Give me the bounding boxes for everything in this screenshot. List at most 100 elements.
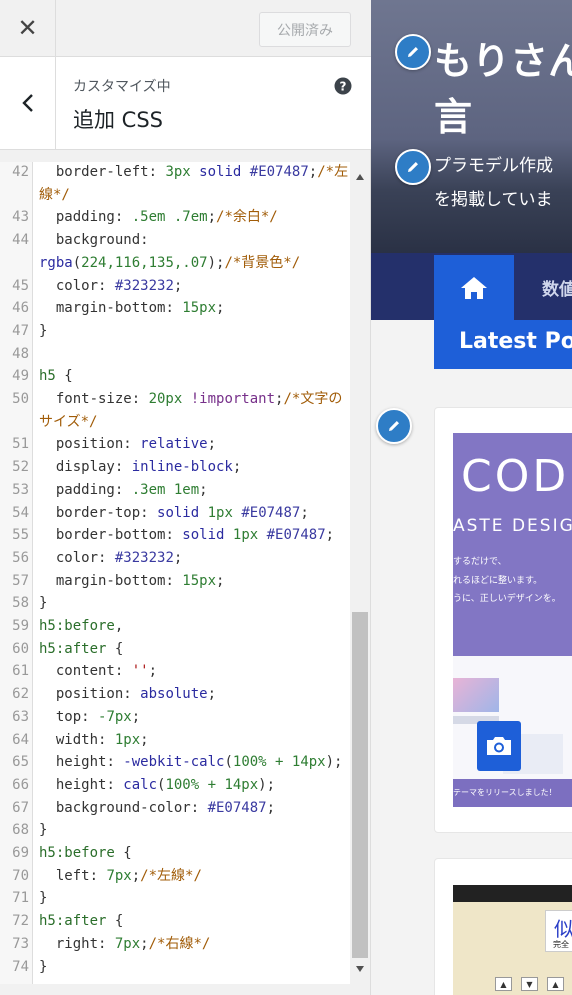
- nav-home-link[interactable]: [434, 255, 514, 320]
- code-text: h5:before {: [39, 842, 132, 865]
- code-line[interactable]: 55 border-bottom: solid 1px #E07487;: [0, 524, 349, 547]
- code-text: }: [39, 956, 47, 979]
- code-text: border-top: solid 1px #E07487;: [39, 502, 309, 525]
- code-line[interactable]: 57 margin-bottom: 15px;: [0, 570, 349, 593]
- code-token: :: [114, 209, 132, 226]
- code-line[interactable]: 56 color: #323232;: [0, 547, 349, 570]
- edit-description-shortcut[interactable]: [395, 149, 431, 185]
- code-token: /*右線*/: [148, 935, 211, 952]
- line-number: 57: [12, 572, 29, 589]
- code-token: ;: [140, 731, 149, 748]
- code-token: );: [258, 776, 276, 793]
- close-icon: ✕: [17, 14, 38, 42]
- code-line[interactable]: 67 background-color: #E07487;: [0, 797, 349, 820]
- code-line[interactable]: 71}: [0, 887, 349, 910]
- code-line[interactable]: 60 h5:after {: [0, 638, 349, 661]
- site-title-line-1: もりさん: [434, 39, 572, 83]
- code-token: );: [325, 754, 343, 771]
- code-token: 1px: [232, 527, 259, 544]
- thumbnail-bar: [453, 885, 572, 902]
- close-button[interactable]: ✕: [0, 0, 56, 56]
- code-token: :: [98, 731, 115, 748]
- code-token: solid: [157, 504, 200, 521]
- code-token: 1px: [207, 504, 233, 521]
- code-token: display: [39, 459, 115, 476]
- code-text: left: 7px;/*左線*/: [39, 865, 202, 888]
- code-token: :: [165, 300, 183, 317]
- scroll-thumb[interactable]: [352, 612, 368, 958]
- code-token: :: [98, 277, 115, 294]
- line-number: 68: [12, 822, 29, 839]
- line-number: 54: [12, 504, 29, 521]
- code-line[interactable]: 70 left: 7px;/*左線*/: [0, 865, 349, 888]
- thumbnail-heading: 似: [554, 917, 572, 941]
- code-token: :: [89, 867, 107, 884]
- code-line[interactable]: 43 padding: .5em .7em;/*余白*/: [0, 206, 349, 229]
- code-token: 7px: [114, 935, 141, 952]
- thumbnail-text: うに、正しいデザインを。: [453, 594, 561, 604]
- code-text: padding: .3em 1em;: [39, 479, 208, 502]
- code-text: 線*/: [39, 184, 70, 207]
- css-code-editor[interactable]: 42 border-left: 3px solid #E07487;/*左 線*/…: [0, 162, 370, 984]
- code-text: font-size: 20px !important;/*文字の: [39, 388, 342, 411]
- help-icon[interactable]: ?: [334, 77, 352, 95]
- code-line[interactable]: 線*/: [0, 184, 349, 207]
- code-line[interactable]: 65 height: -webkit-calc(100% + 14px);: [0, 751, 349, 774]
- code-token: position: [39, 436, 124, 453]
- code-line[interactable]: 46 margin-bottom: 15px;: [0, 297, 349, 320]
- code-token: h5:before: [39, 845, 115, 861]
- scroll-up-arrow[interactable]: [350, 174, 370, 186]
- camera-button[interactable]: [477, 721, 521, 771]
- code-line[interactable]: 50 font-size: 20px !important;/*文字の: [0, 388, 349, 411]
- code-line[interactable]: 74}: [0, 956, 349, 979]
- code-text: h5:after {: [39, 638, 123, 661]
- editor-scrollbar[interactable]: [350, 162, 370, 984]
- edit-title-shortcut[interactable]: [395, 34, 431, 70]
- line-number: 63: [12, 708, 29, 725]
- code-line[interactable]: 49 h5 {: [0, 365, 349, 388]
- code-token: /*左線*/: [140, 867, 202, 884]
- code-line[interactable]: 54 border-top: solid 1px #E07487;: [0, 502, 349, 525]
- code-line[interactable]: 58}: [0, 592, 349, 615]
- svg-text:?: ?: [340, 80, 347, 94]
- code-line[interactable]: 63 top: -7px;: [0, 706, 349, 729]
- code-line[interactable]: 66 height: calc(100% + 14px);: [0, 774, 349, 797]
- code-line[interactable]: 53 padding: .3em 1em;: [0, 479, 349, 502]
- code-line[interactable]: 42 border-left: 3px solid #E07487;/*左: [0, 162, 349, 184]
- code-token: :: [190, 799, 208, 816]
- code-token: #323232: [114, 277, 174, 294]
- code-line[interactable]: rgba(224,116,135,.07);/*背景色*/: [0, 252, 349, 275]
- post-thumbnail[interactable]: 似 完全 ▲ ▼ ▲: [453, 885, 572, 995]
- site-description-line-2: を掲載していま: [434, 190, 553, 210]
- code-line[interactable]: 51 position: relative;: [0, 433, 349, 456]
- code-line[interactable]: 68}: [0, 819, 349, 842]
- code-line[interactable]: サイズ*/: [0, 411, 349, 434]
- scroll-down-arrow[interactable]: [350, 966, 370, 978]
- code-token: ;: [131, 708, 141, 725]
- code-token: :: [106, 754, 124, 771]
- code-token: '': [131, 663, 149, 680]
- code-line[interactable]: 44 background:: [0, 229, 349, 252]
- nav-numbers-link[interactable]: 数値: [542, 275, 572, 300]
- code-line[interactable]: 61 content: '';: [0, 660, 349, 683]
- code-token: 15px: [182, 572, 217, 589]
- code-line[interactable]: 72 h5:after {: [0, 910, 349, 933]
- code-token: }: [39, 958, 48, 975]
- code-line[interactable]: 52 display: inline-block;: [0, 456, 349, 479]
- code-line[interactable]: 62 position: absolute;: [0, 683, 349, 706]
- edit-widget-shortcut[interactable]: [376, 408, 412, 444]
- code-line[interactable]: 73 right: 7px;/*右線*/: [0, 933, 349, 956]
- code-line[interactable]: 59 h5:before,: [0, 615, 349, 638]
- code-line[interactable]: 64 width: 1px;: [0, 729, 349, 752]
- line-number: 56: [12, 549, 29, 566]
- site-title[interactable]: もりさん 言: [434, 33, 572, 145]
- code-line[interactable]: 45 color: #323232;: [0, 275, 349, 298]
- code-line[interactable]: 69 h5:before {: [0, 842, 349, 865]
- code-line[interactable]: 48: [0, 343, 349, 366]
- publish-button[interactable]: 公開済み: [259, 12, 351, 47]
- code-line[interactable]: 47}: [0, 320, 349, 343]
- back-button[interactable]: [0, 57, 56, 149]
